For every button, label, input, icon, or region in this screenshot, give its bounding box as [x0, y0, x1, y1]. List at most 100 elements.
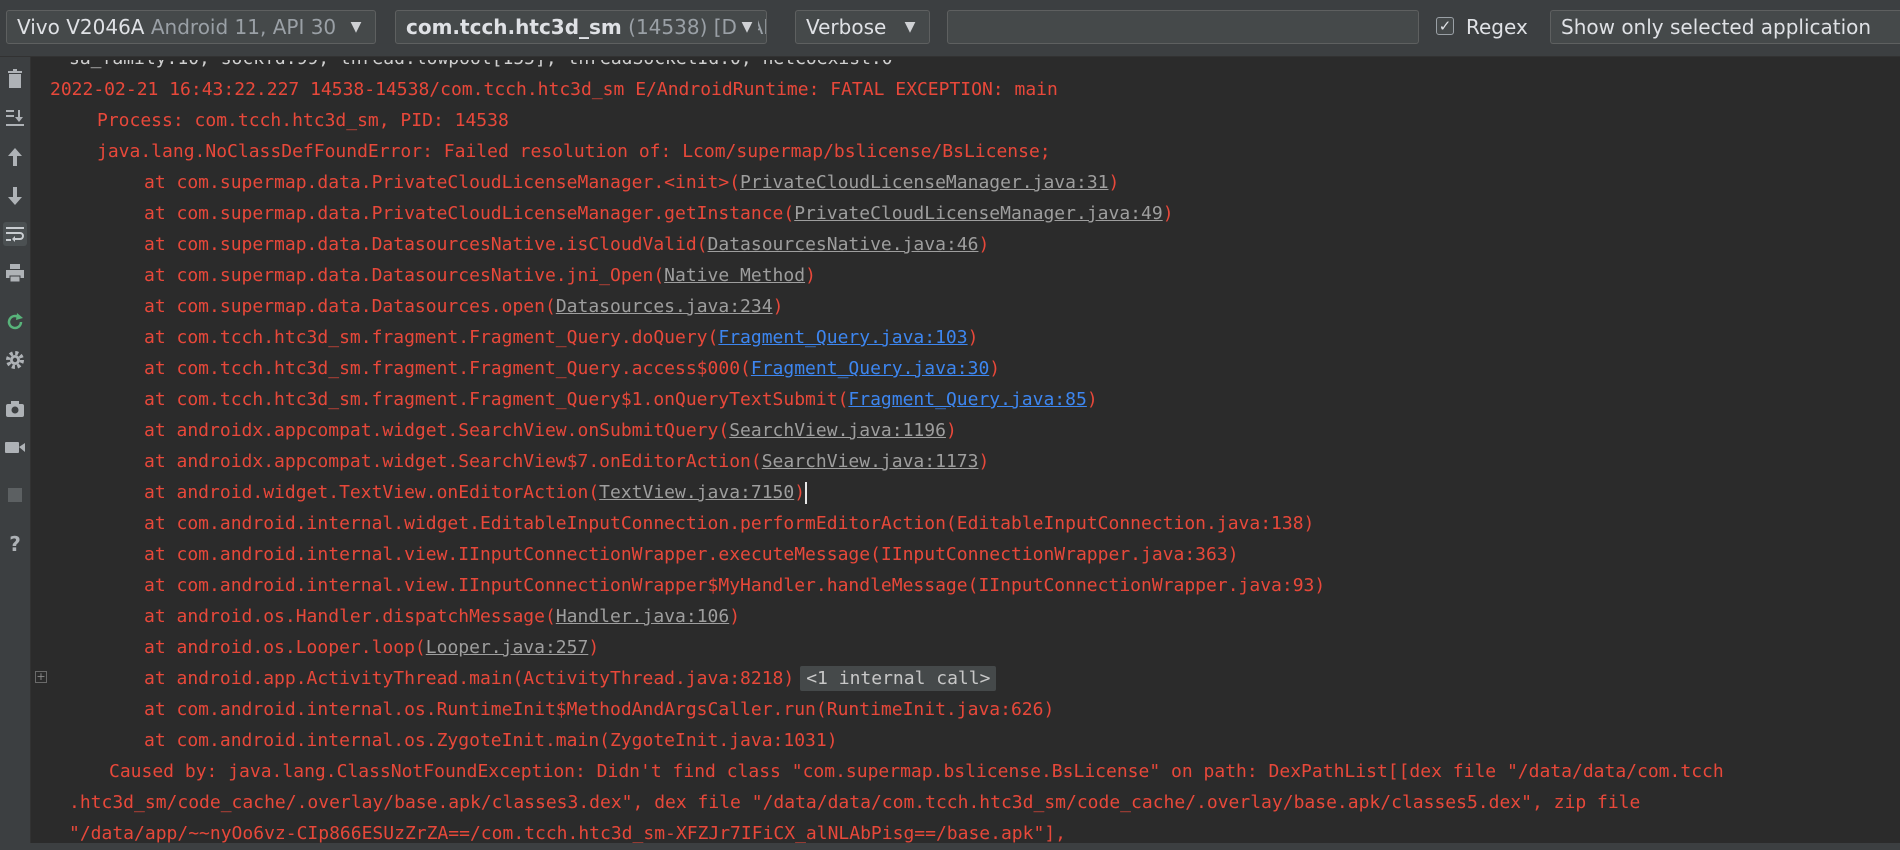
stack-frame-method: at com.supermap.data.DatasourcesNative.i…	[144, 234, 708, 255]
stack-frame-method: at com.supermap.data.DatasourcesNative.j…	[144, 265, 665, 286]
source-link[interactable]: Datasources.java:234	[556, 296, 773, 317]
source-link[interactable]: Fragment_Query.java:85	[848, 389, 1086, 410]
stack-frame-close: )	[794, 482, 806, 503]
source-link[interactable]: SearchView.java:1173	[762, 451, 979, 472]
source-link[interactable]: Looper.java:257	[426, 637, 589, 658]
stack-frame-line: at com.android.internal.os.RuntimeInit$M…	[144, 695, 1054, 725]
chevron-down-icon: ▼	[736, 11, 758, 43]
fold-expand-icon[interactable]: +	[35, 671, 47, 683]
search-input[interactable]	[947, 10, 1419, 44]
stack-frame-method: at android.os.Handler.dispatchMessage(	[144, 606, 556, 627]
trash-icon[interactable]	[3, 67, 27, 91]
caused-by-line: Caused by: java.lang.ClassNotFoundExcept…	[109, 761, 1724, 782]
stack-frame-close: )	[989, 358, 1001, 379]
stack-frame-method: at com.android.internal.widget.EditableI…	[144, 513, 1315, 534]
source-link[interactable]: SearchView.java:1196	[729, 420, 946, 441]
stack-frame-close: )	[978, 234, 990, 255]
source-link[interactable]: PrivateCloudLicenseManager.java:49	[794, 203, 1162, 224]
process-selector[interactable]: com.tcch.htc3d_sm (14538) [DEAD ▼	[395, 10, 767, 44]
log-error-line: java.lang.NoClassDefFoundError: Failed r…	[97, 141, 1051, 162]
stack-frame-method: at com.android.internal.view.IInputConne…	[144, 544, 1239, 565]
stack-frame-line: at com.supermap.data.DatasourcesNative.i…	[144, 230, 989, 260]
restart-icon[interactable]	[3, 310, 27, 334]
stack-frame-line: at com.tcch.htc3d_sm.fragment.Fragment_Q…	[144, 385, 1098, 415]
scroll-to-end-icon[interactable]	[3, 106, 27, 130]
stack-frame-line: at com.supermap.data.DatasourcesNative.j…	[144, 261, 816, 291]
stack-frame-line: at androidx.appcompat.widget.SearchView.…	[144, 416, 957, 446]
stack-frame-close: )	[945, 420, 957, 441]
process-name: com.tcch.htc3d_sm	[406, 15, 622, 39]
chevron-down-icon: ▼	[899, 11, 921, 43]
log-level-selector[interactable]: Verbose ▼	[795, 10, 930, 44]
stack-frame-close: )	[1108, 172, 1120, 193]
stack-frame-line: at com.android.internal.os.ZygoteInit.ma…	[144, 726, 838, 756]
stack-frame-method: at android.widget.TextView.onEditorActio…	[144, 482, 600, 503]
stack-frame-line: at com.tcch.htc3d_sm.fragment.Fragment_Q…	[144, 354, 1000, 384]
internal-call-badge[interactable]: <1 internal call>	[800, 666, 997, 691]
log-header-line: 2022-02-21 16:43:22.227 14538-14538/com.…	[50, 79, 1058, 100]
stop-icon[interactable]	[3, 483, 27, 507]
stack-frame-method: at com.android.internal.os.RuntimeInit$M…	[144, 699, 1055, 720]
stack-frame-line: at com.android.internal.view.IInputConne…	[144, 571, 1325, 601]
log-level-value: Verbose	[806, 15, 887, 39]
screen-record-icon[interactable]	[3, 435, 27, 459]
regex-label: Regex	[1466, 15, 1528, 39]
stack-frame-line: at com.supermap.data.Datasources.open(Da…	[144, 292, 783, 322]
status-strip	[0, 843, 1900, 850]
source-link[interactable]: TextView.java:7150	[599, 482, 794, 503]
stack-frame-line: at com.tcch.htc3d_sm.fragment.Fragment_Q…	[144, 323, 978, 353]
stack-frame-line: at android.os.Handler.dispatchMessage(Ha…	[144, 602, 740, 632]
process-pid: (14538)	[628, 15, 708, 39]
stack-frame-method: at com.supermap.data.PrivateCloudLicense…	[144, 203, 795, 224]
log-line: sa_family:10, sockfd:99, thread:lowpool[…	[69, 60, 893, 74]
print-icon[interactable]	[3, 261, 27, 285]
source-link[interactable]: Handler.java:106	[556, 606, 729, 627]
stack-frame-close: )	[772, 296, 784, 317]
device-detail: Android 11, API 30	[150, 15, 337, 39]
source-link[interactable]: Fragment_Query.java:103	[718, 327, 967, 348]
filter-value: Show only selected application	[1561, 15, 1872, 39]
stack-frame-line: at android.os.Looper.loop(Looper.java:25…	[144, 633, 599, 663]
help-icon[interactable]: ?	[3, 532, 27, 556]
down-arrow-icon[interactable]	[3, 184, 27, 208]
editor-gutter	[31, 57, 51, 850]
stack-frame-close: )	[588, 637, 600, 658]
stack-frame-method: at com.android.internal.view.IInputConne…	[144, 575, 1326, 596]
settings-icon[interactable]	[3, 348, 27, 372]
stack-frame-method: at com.tcch.htc3d_sm.fragment.Fragment_Q…	[144, 327, 719, 348]
stack-frame-close: )	[967, 327, 979, 348]
text-caret	[805, 482, 808, 504]
stack-frame-line: at com.supermap.data.PrivateCloudLicense…	[144, 168, 1119, 198]
source-link[interactable]: Native Method	[664, 265, 805, 286]
stack-frame-method: at androidx.appcompat.widget.SearchView.…	[144, 420, 730, 441]
filter-selector[interactable]: Show only selected application	[1550, 10, 1900, 44]
regex-checkbox[interactable]: ✓	[1436, 17, 1454, 35]
source-link[interactable]: PrivateCloudLicenseManager.java:31	[740, 172, 1108, 193]
log-process-line: Process: com.tcch.htc3d_sm, PID: 14538	[97, 110, 509, 131]
stack-frame-method: at com.tcch.htc3d_sm.fragment.Fragment_Q…	[144, 389, 849, 410]
screenshot-icon[interactable]	[3, 397, 27, 421]
stack-frame-close: )	[729, 606, 741, 627]
stack-frame-close: )	[978, 451, 990, 472]
source-link[interactable]: Fragment_Query.java:30	[751, 358, 989, 379]
stack-frame-line: at androidx.appcompat.widget.SearchView$…	[144, 447, 989, 477]
soft-wrap-icon[interactable]	[3, 222, 27, 246]
logcat-toolbar: Vivo V2046A Android 11, API 30 ▼ com.tcc…	[0, 0, 1900, 57]
source-link[interactable]: DatasourcesNative.java:46	[708, 234, 979, 255]
stack-frame-method: at androidx.appcompat.widget.SearchView$…	[144, 451, 762, 472]
up-arrow-icon[interactable]	[3, 145, 27, 169]
stack-frame-line: at com.supermap.data.PrivateCloudLicense…	[144, 199, 1174, 229]
stack-frame-method: at android.os.Looper.loop(	[144, 637, 426, 658]
stack-frame-close: )	[1086, 389, 1098, 410]
stack-frame-line: at android.app.ActivityThread.main(Activ…	[144, 664, 997, 694]
stack-frame-line: at com.android.internal.view.IInputConne…	[144, 540, 1239, 570]
stack-frame-method: at com.tcch.htc3d_sm.fragment.Fragment_Q…	[144, 358, 751, 379]
stack-frame-line: at com.android.internal.widget.EditableI…	[144, 509, 1314, 539]
device-selector[interactable]: Vivo V2046A Android 11, API 30 ▼	[6, 10, 376, 44]
logcat-output[interactable]: sa_family:10, sockfd:99, thread:lowpool[…	[50, 60, 1900, 850]
stack-frame-line: at android.widget.TextView.onEditorActio…	[144, 478, 808, 508]
device-name: Vivo V2046A	[17, 15, 145, 39]
stack-frame-method: at com.android.internal.os.ZygoteInit.ma…	[144, 730, 838, 751]
chevron-down-icon: ▼	[345, 11, 367, 43]
caused-by-line: .htc3d_sm/code_cache/.overlay/base.apk/c…	[69, 792, 1641, 813]
